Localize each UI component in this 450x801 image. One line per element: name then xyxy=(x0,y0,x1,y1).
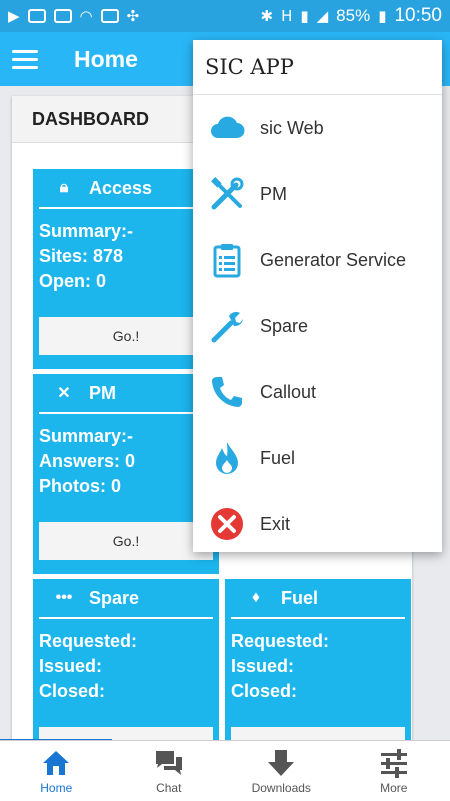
card-line: Issued: xyxy=(39,654,213,679)
hamburger-menu-icon[interactable] xyxy=(12,50,38,69)
card-title: Fuel xyxy=(281,588,318,609)
sliders-icon xyxy=(379,748,409,778)
menu-item-exit[interactable]: Exit xyxy=(193,491,442,557)
flame-icon xyxy=(207,438,247,478)
nav-label: More xyxy=(380,781,407,795)
clock: 10:50 xyxy=(394,5,442,27)
menu-item-fuel[interactable]: Fuel xyxy=(193,425,442,491)
page-title: Home xyxy=(74,46,138,73)
card-header: ✕ PM xyxy=(39,374,213,414)
card-pm: ✕ PM Summary:- Answers: 0 Photos: 0 Go.! xyxy=(33,374,219,574)
mail-icon xyxy=(54,9,72,23)
wifi-icon: ◠ xyxy=(80,7,93,25)
card-line: Answers: 0 xyxy=(39,449,213,474)
cloud-icon xyxy=(207,108,247,148)
nav-home[interactable]: Home xyxy=(0,741,113,801)
card-line: Requested: xyxy=(231,629,405,654)
menu-item-label: Spare xyxy=(260,316,308,337)
nav-label: Home xyxy=(40,781,72,795)
card-body: Requested: Issued: Closed: xyxy=(33,619,219,704)
clipboard-icon xyxy=(207,240,247,280)
menu-item-label: Generator Service xyxy=(260,250,406,271)
gallery-icon xyxy=(101,9,119,23)
card-header: ••• Spare xyxy=(39,579,213,619)
card-header: ♦ Fuel xyxy=(231,579,405,619)
tools-icon: ✕ xyxy=(39,383,89,403)
phone-icon xyxy=(207,372,247,412)
menu-item-label: Callout xyxy=(260,382,316,403)
card-line: Requested: xyxy=(39,629,213,654)
menu-item-callout[interactable]: Callout xyxy=(193,359,442,425)
menu-item-pm[interactable]: PM xyxy=(193,161,442,227)
home-icon xyxy=(41,748,71,778)
signal-icon: ◢ xyxy=(317,7,329,25)
battery-percent: 85% xyxy=(336,6,370,26)
image-icon xyxy=(28,9,46,23)
app-menu: SIC APP sic Web PM Gener xyxy=(193,40,442,552)
chat-icon xyxy=(154,748,184,778)
card-title: Access xyxy=(89,178,152,199)
card-line: Photos: 0 xyxy=(39,474,213,499)
card-body: Summary:- Sites: 878 Open: 0 xyxy=(33,209,219,294)
go-button-access[interactable]: Go.! xyxy=(39,317,213,355)
battery-icon: ▮ xyxy=(378,7,386,25)
status-left-icons: ▶ ◠ ✣ xyxy=(8,7,139,25)
menu-item-sic-web[interactable]: sic Web xyxy=(193,95,442,161)
card-line: Summary:- xyxy=(39,424,213,449)
youtube-icon: ▶ xyxy=(8,7,20,25)
card-title: Spare xyxy=(89,588,139,609)
bluetooth-icon: ✱ xyxy=(260,7,273,25)
network-h-icon: H xyxy=(281,7,292,25)
card-header: 🔒︎ Access xyxy=(39,169,213,209)
card-line: Open: 0 xyxy=(39,269,213,294)
card-fuel: ♦ Fuel Requested: Issued: Closed: Go.! xyxy=(225,579,411,746)
menu-item-label: sic Web xyxy=(260,118,324,139)
menu-title: SIC APP xyxy=(193,40,442,95)
card-line: Sites: 878 xyxy=(39,244,213,269)
card-access: 🔒︎ Access Summary:- Sites: 878 Open: 0 G… xyxy=(33,169,219,369)
card-spare: ••• Spare Requested: Issued: Closed: Go.… xyxy=(33,579,219,746)
wrench-icon xyxy=(207,306,247,346)
go-button-pm[interactable]: Go.! xyxy=(39,522,213,560)
sim-icon: ▮ xyxy=(300,7,308,25)
lock-icon: 🔒︎ xyxy=(39,179,89,197)
flame-icon: ♦ xyxy=(231,589,281,607)
nav-downloads[interactable]: Downloads xyxy=(225,741,338,801)
more-dots-icon: ••• xyxy=(39,589,89,607)
card-line: Closed: xyxy=(231,679,405,704)
tools-icon xyxy=(207,174,247,214)
nav-chat[interactable]: Chat xyxy=(113,741,226,801)
menu-item-label: Fuel xyxy=(260,448,295,469)
menu-item-label: Exit xyxy=(260,514,290,535)
card-line: Issued: xyxy=(231,654,405,679)
status-right-icons: ✱ H ▮ ◢ 85% ▮ 10:50 xyxy=(260,5,442,27)
card-body: Requested: Issued: Closed: xyxy=(225,619,411,704)
nav-more[interactable]: More xyxy=(338,741,450,801)
nav-label: Chat xyxy=(156,781,181,795)
exit-close-icon xyxy=(207,504,247,544)
bottom-nav: Home Chat Downloads More xyxy=(0,740,450,801)
download-arrow-icon xyxy=(266,748,296,778)
nav-label: Downloads xyxy=(252,781,311,795)
menu-item-label: PM xyxy=(260,184,287,205)
card-title: PM xyxy=(89,383,116,404)
status-bar: ▶ ◠ ✣ ✱ H ▮ ◢ 85% ▮ 10:50 xyxy=(0,0,450,32)
menu-item-spare[interactable]: Spare xyxy=(193,293,442,359)
pinwheel-icon: ✣ xyxy=(127,7,140,25)
card-body: Summary:- Answers: 0 Photos: 0 xyxy=(33,414,219,499)
menu-item-generator-service[interactable]: Generator Service xyxy=(193,227,442,293)
card-line: Closed: xyxy=(39,679,213,704)
card-line: Summary:- xyxy=(39,219,213,244)
